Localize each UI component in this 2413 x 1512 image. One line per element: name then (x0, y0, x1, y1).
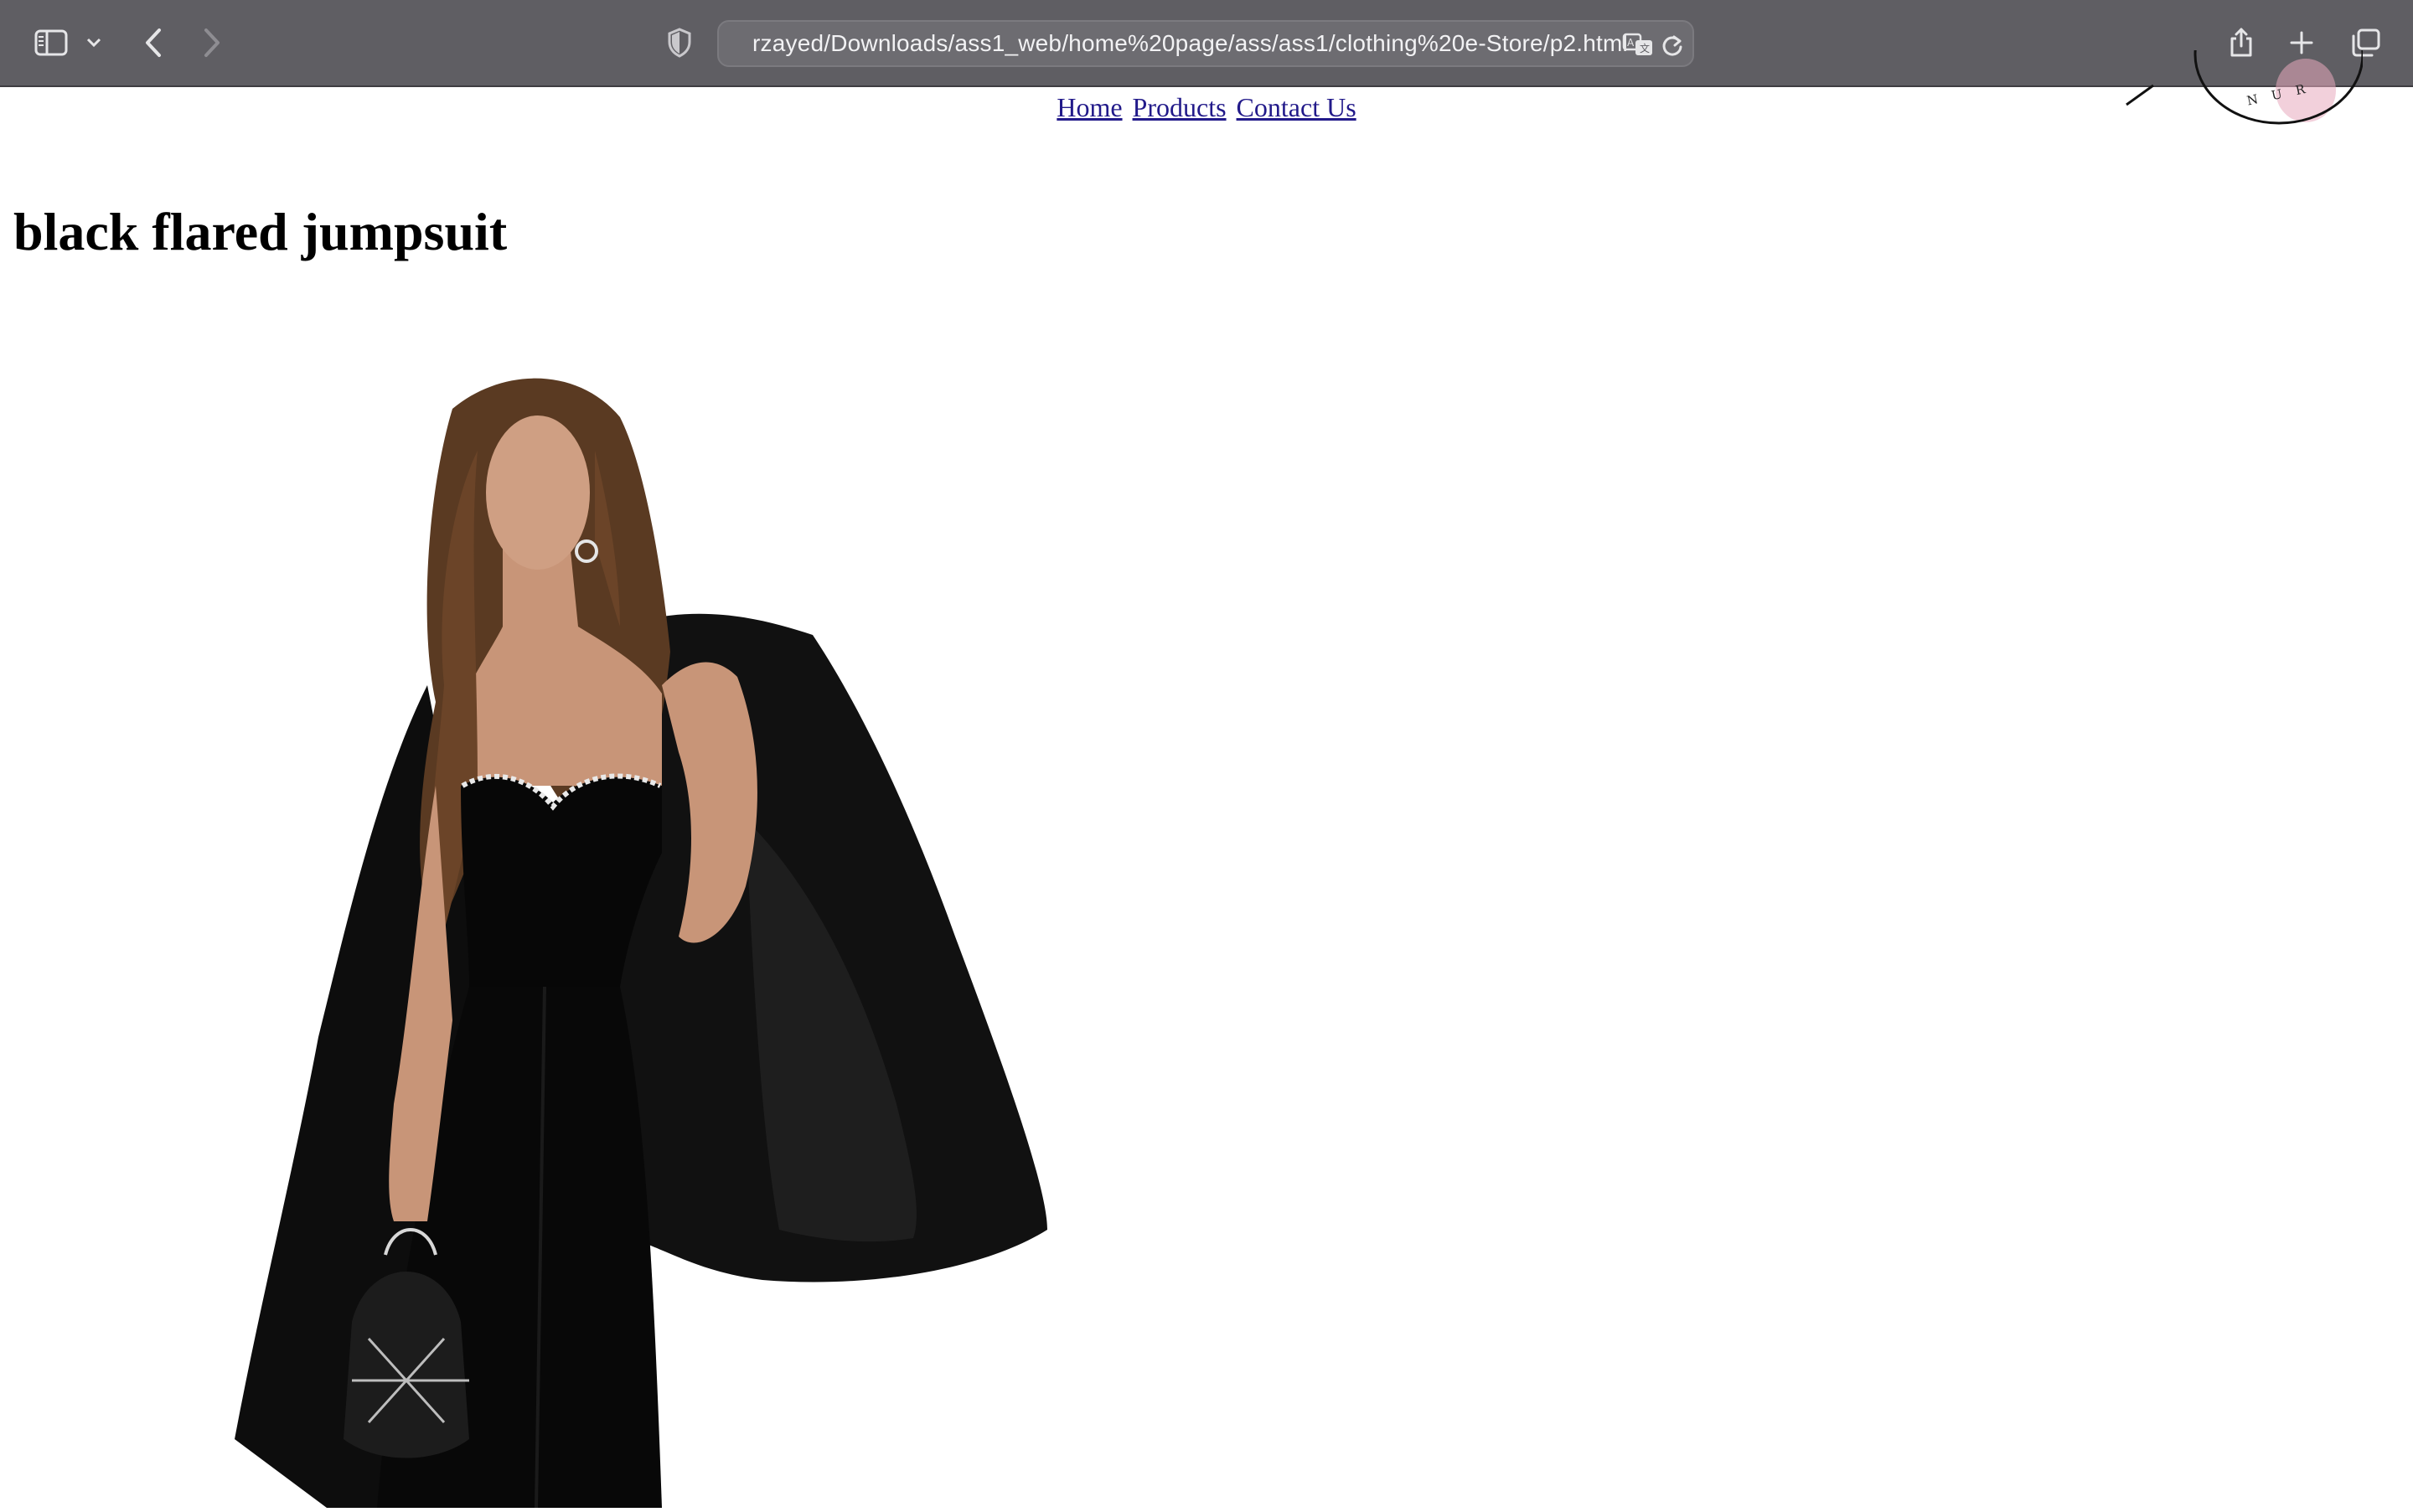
privacy-shield-icon[interactable] (654, 18, 705, 67)
forward-icon[interactable] (186, 18, 238, 67)
address-bar[interactable]: rzayed/Downloads/ass1_web/home%20page/as… (717, 20, 1694, 67)
product-image (226, 350, 1064, 1509)
sidebar-icon[interactable] (25, 18, 77, 67)
chevron-down-icon[interactable] (77, 18, 111, 67)
nav-link-home[interactable]: Home (1057, 92, 1122, 122)
nav-link-contact-us[interactable]: Contact Us (1237, 92, 1356, 122)
nav-link-products[interactable]: Products (1133, 92, 1227, 122)
main-nav: Home Products Contact Us (0, 92, 2413, 123)
svg-text:文: 文 (1640, 42, 1650, 54)
translate-icon[interactable]: A文 (1620, 30, 1657, 60)
product-title: black flared jumpsuit (13, 202, 508, 261)
svg-text:A: A (1627, 37, 1635, 49)
back-icon[interactable] (127, 18, 179, 67)
reload-icon[interactable] (1657, 30, 1687, 60)
url-text: rzayed/Downloads/ass1_web/home%20page/as… (752, 30, 1628, 56)
browser-toolbar: rzayed/Downloads/ass1_web/home%20page/as… (0, 0, 2413, 87)
